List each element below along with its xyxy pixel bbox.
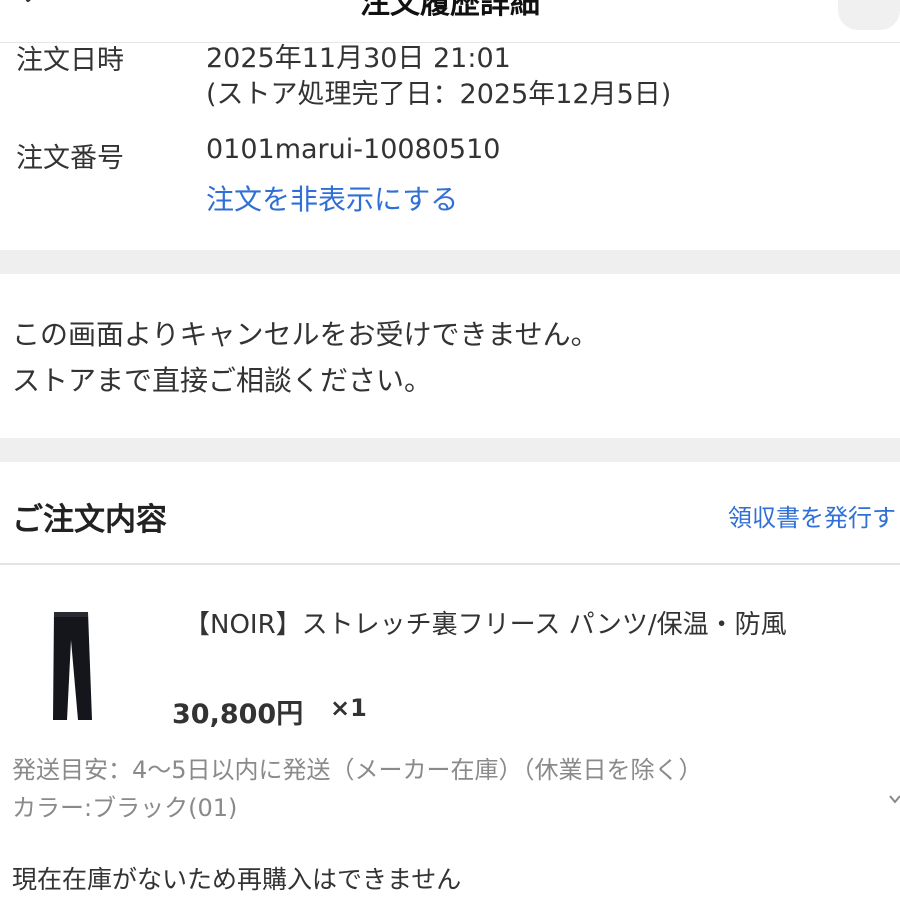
cancel-notice-line1: この画面よりキャンセルをお受けできません。 [12, 318, 599, 351]
chevron-down-icon[interactable] [888, 792, 900, 808]
product-name[interactable]: 【NOIR】ストレッチ裏フリース パンツ/保温・防風 [184, 604, 787, 641]
share-icon[interactable] [838, 0, 900, 30]
shipping-estimate: 発送目安：4〜5日以内に発送（メーカー在庫）（休業日を除く） [12, 756, 703, 784]
order-datetime-label: 注文日時 [16, 45, 124, 76]
order-number-value: 0101marui-10080510 [206, 134, 501, 165]
out-of-stock-note: 現在在庫がないため再購入はできません [12, 865, 462, 894]
order-contents-title: ご注文内容 [12, 502, 167, 538]
section-separator [0, 438, 900, 462]
cancel-notice-line2: ストアまで直接ご相談ください。 [12, 364, 433, 397]
pants-icon[interactable] [40, 610, 100, 725]
order-datetime-value: 2025年11月30日 21:01 [206, 43, 511, 74]
order-number-label: 注文番号 [16, 143, 124, 174]
page-title: 注文履歴詳細 [360, 0, 540, 21]
store-complete-date: (ストア処理完了日：2025年12月5日) [206, 79, 672, 110]
divider [0, 563, 900, 565]
product-color: カラー:ブラック(01) [12, 794, 238, 822]
issue-receipt-link[interactable]: 領収書を発行す [728, 498, 896, 533]
hide-order-link[interactable]: 注文を非表示にする [206, 178, 458, 218]
product-quantity: ×1 [330, 694, 367, 722]
section-separator [0, 250, 900, 274]
product-price: 30,800円 [172, 699, 304, 730]
